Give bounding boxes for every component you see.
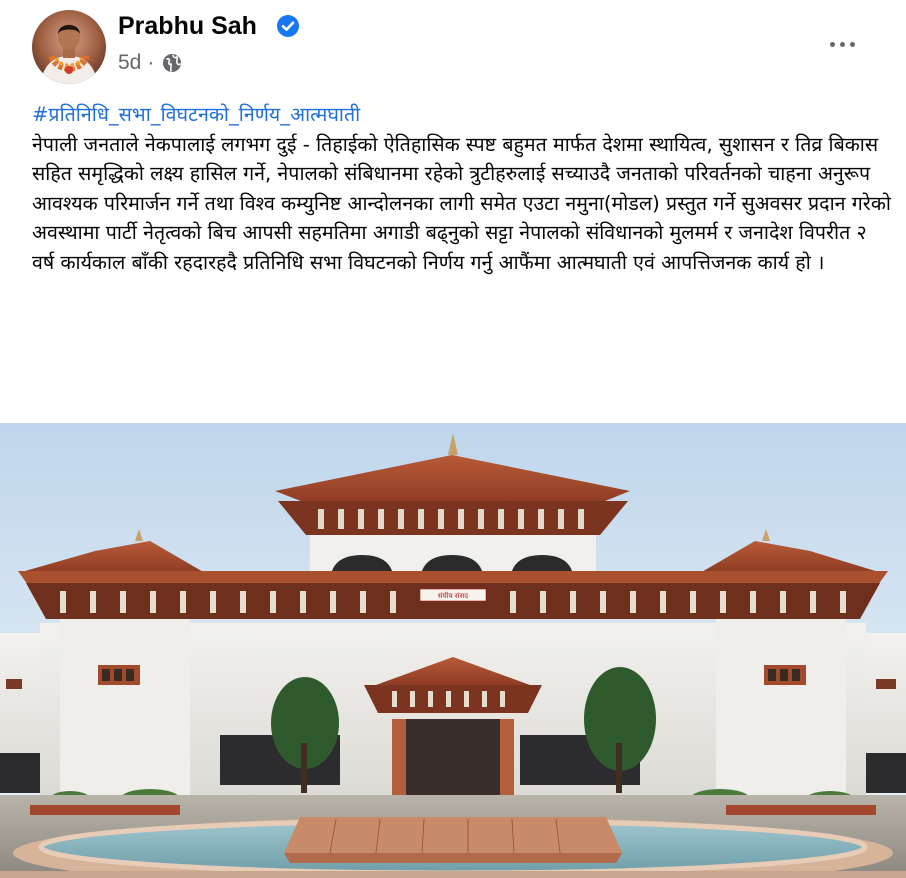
- verified-badge-icon: [277, 15, 299, 37]
- more-dots-icon: [829, 41, 835, 47]
- post-body: नेपाली जनताले नेकपालाई लगभग दुई - तिहाईक…: [32, 132, 891, 274]
- facebook-post: Prabhu Sah 5d · #प्रतिनिधि_सभा_विघटनको_न…: [0, 0, 906, 878]
- avatar[interactable]: [32, 10, 106, 84]
- post-meta: 5d ·: [118, 50, 182, 76]
- globe-icon[interactable]: [162, 53, 182, 73]
- author-name[interactable]: Prabhu Sah: [118, 12, 257, 41]
- hashtag-link[interactable]: #प्रतिनिधि_सभा_विघटनको_निर्णय_आत्मघाती: [32, 100, 892, 130]
- avatar-image: [32, 10, 106, 84]
- building-sign-text: संघीय संसद: [438, 591, 468, 600]
- meta-separator: ·: [147, 51, 155, 74]
- post-text: #प्रतिनिधि_सभा_विघटनको_निर्णय_आत्मघाती न…: [32, 100, 892, 277]
- more-options-button[interactable]: [820, 28, 864, 60]
- more-dots-icon: [849, 41, 855, 47]
- parliament-building-image: संघीय संसद: [0, 423, 906, 878]
- more-dots-icon: [839, 41, 845, 47]
- post-header: Prabhu Sah 5d ·: [0, 0, 906, 92]
- post-photo[interactable]: संघीय संसद: [0, 423, 906, 878]
- post-timestamp[interactable]: 5d: [118, 51, 141, 75]
